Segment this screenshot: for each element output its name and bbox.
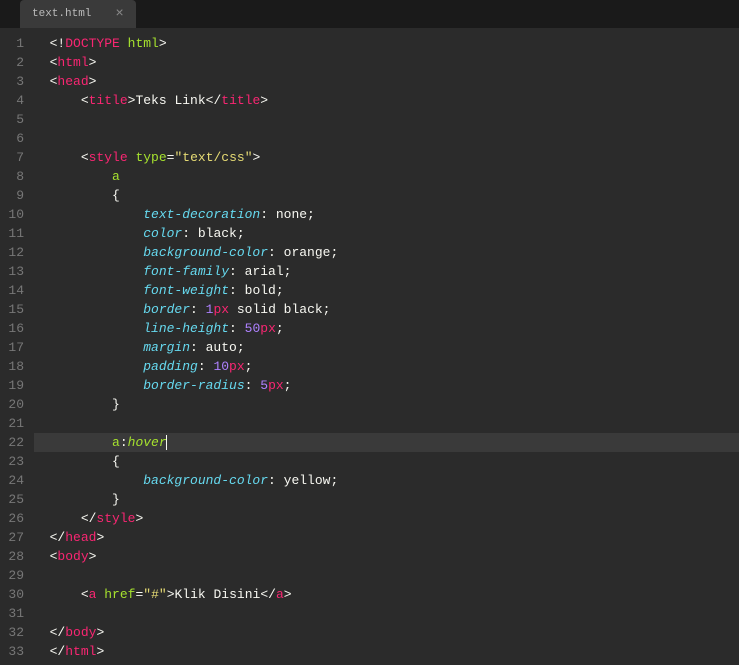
code-line <box>34 414 739 433</box>
line-number: 16 <box>6 319 24 338</box>
line-number: 17 <box>6 338 24 357</box>
line-number: 22 <box>6 433 24 452</box>
line-number: 29 <box>6 566 24 585</box>
code-line: text-decoration: none; <box>34 205 739 224</box>
code-line: <title>Teks Link</title> <box>34 91 739 110</box>
editor-tab[interactable]: text.html × <box>20 0 136 28</box>
line-number: 27 <box>6 528 24 547</box>
code-line: <style type="text/css"> <box>34 148 739 167</box>
line-number: 8 <box>6 167 24 186</box>
line-number: 13 <box>6 262 24 281</box>
line-number: 30 <box>6 585 24 604</box>
code-line: </body> <box>34 623 739 642</box>
line-number: 1 <box>6 34 24 53</box>
line-number: 25 <box>6 490 24 509</box>
line-number: 14 <box>6 281 24 300</box>
code-line: <!DOCTYPE html> <box>34 34 739 53</box>
code-line-active: a:hover <box>34 433 739 452</box>
line-number: 12 <box>6 243 24 262</box>
code-line: } <box>34 395 739 414</box>
code-line: font-weight: bold; <box>34 281 739 300</box>
code-line: a <box>34 167 739 186</box>
code-line: } <box>34 490 739 509</box>
line-number: 6 <box>6 129 24 148</box>
line-number: 10 <box>6 205 24 224</box>
code-line: background-color: yellow; <box>34 471 739 490</box>
line-number: 21 <box>6 414 24 433</box>
close-icon[interactable]: × <box>115 6 123 22</box>
code-line <box>34 604 739 623</box>
code-line: padding: 10px; <box>34 357 739 376</box>
code-line: font-family: arial; <box>34 262 739 281</box>
line-number: 7 <box>6 148 24 167</box>
line-number: 31 <box>6 604 24 623</box>
line-number: 11 <box>6 224 24 243</box>
tab-bar: text.html × <box>0 0 739 28</box>
code-line: </html> <box>34 642 739 661</box>
line-number: 19 <box>6 376 24 395</box>
line-number: 24 <box>6 471 24 490</box>
code-line: background-color: orange; <box>34 243 739 262</box>
code-content[interactable]: <!DOCTYPE html> <html> <head> <title>Tek… <box>34 28 739 665</box>
code-line: </style> <box>34 509 739 528</box>
line-number: 4 <box>6 91 24 110</box>
line-number: 3 <box>6 72 24 91</box>
code-line <box>34 566 739 585</box>
line-number: 32 <box>6 623 24 642</box>
line-number: 23 <box>6 452 24 471</box>
code-line: border: 1px solid black; <box>34 300 739 319</box>
code-line: <head> <box>34 72 739 91</box>
tab-filename: text.html <box>32 8 91 20</box>
code-line: color: black; <box>34 224 739 243</box>
code-line <box>34 129 739 148</box>
code-line <box>34 110 739 129</box>
line-number: 18 <box>6 357 24 376</box>
line-number: 28 <box>6 547 24 566</box>
code-line: border-radius: 5px; <box>34 376 739 395</box>
code-line: <body> <box>34 547 739 566</box>
line-number: 2 <box>6 53 24 72</box>
line-number: 20 <box>6 395 24 414</box>
line-number: 33 <box>6 642 24 661</box>
line-number: 15 <box>6 300 24 319</box>
editor-area[interactable]: 1 2 3 4 5 6 7 8 9 10 11 12 13 14 15 16 1… <box>0 28 739 665</box>
line-number: 5 <box>6 110 24 129</box>
line-number: 9 <box>6 186 24 205</box>
cursor-icon <box>166 435 167 450</box>
code-line: margin: auto; <box>34 338 739 357</box>
code-line: <a href="#">Klik Disini</a> <box>34 585 739 604</box>
line-number: 26 <box>6 509 24 528</box>
code-line: { <box>34 452 739 471</box>
code-line: </head> <box>34 528 739 547</box>
code-line: <html> <box>34 53 739 72</box>
code-line: line-height: 50px; <box>34 319 739 338</box>
code-line: { <box>34 186 739 205</box>
line-number-gutter: 1 2 3 4 5 6 7 8 9 10 11 12 13 14 15 16 1… <box>0 28 34 665</box>
